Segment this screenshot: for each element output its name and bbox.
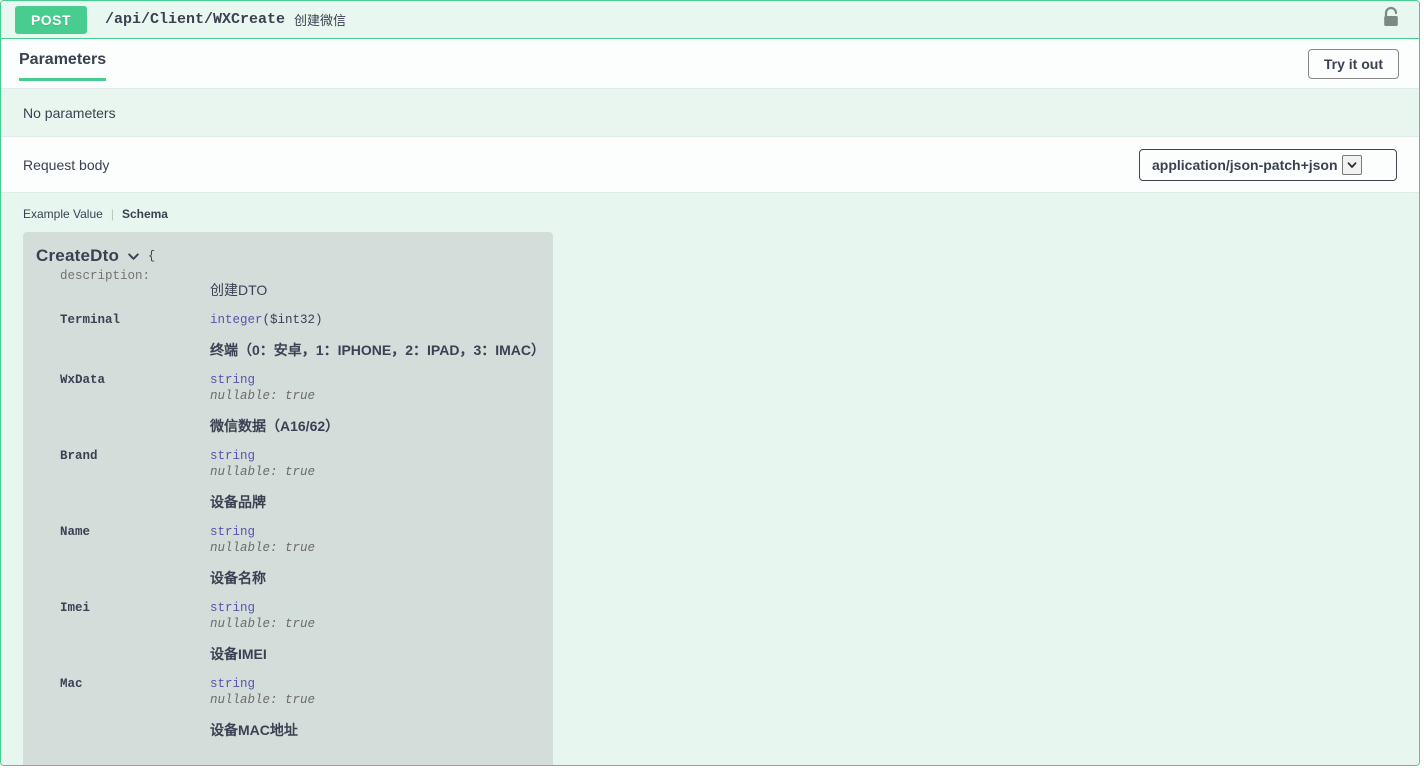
property-type: integer — [210, 313, 263, 327]
property-description: 设备IMEI — [210, 646, 267, 662]
property-description: 微信数据（A16/62） — [210, 418, 340, 434]
http-method-badge: POST — [15, 5, 87, 34]
schema-panel: Example Value | Schema CreateDto { descr… — [1, 193, 1419, 765]
no-parameters-text: No parameters — [23, 104, 116, 121]
property-nullable: nullable: true — [210, 693, 316, 707]
model-property-row: Name string nullable: true 设备名称 — [23, 524, 553, 598]
operation-block: POST /api/Client/WXCreate 创建微信 Parameter… — [0, 0, 1420, 766]
property-type: string — [210, 677, 256, 691]
property-value: string nullable: true 设备MAC地址 — [210, 676, 553, 750]
property-value: integer($int32) 终端（0：安卓，1：IPHONE，2：IPAD，… — [210, 312, 553, 370]
content-type-value: application/json-patch+json — [1152, 156, 1338, 173]
property-value: string nullable: true 设备名称 — [210, 524, 553, 598]
model-title-row[interactable]: CreateDto { — [23, 246, 553, 266]
model-description-value: 创建DTO — [210, 282, 268, 298]
model-name: CreateDto — [36, 246, 120, 265]
model-property-row: WxData string nullable: true 微信数据（A16/62… — [23, 372, 553, 446]
property-name: Name — [60, 525, 91, 539]
operation-summary-text: 创建微信 — [294, 13, 347, 28]
property-description: 设备名称 — [210, 570, 266, 586]
property-nullable: nullable: true — [210, 617, 316, 631]
operation-path: /api/Client/WXCreate — [105, 11, 286, 28]
property-description: 终端（0：安卓，1：IPHONE，2：IPAD，3：IMAC） — [210, 342, 546, 358]
tab-divider: | — [110, 207, 114, 221]
property-value: string nullable: true 设备品牌 — [210, 448, 553, 522]
model-box: CreateDto { description: 创建DTO Terminal — [23, 232, 553, 765]
request-body-label: Request body — [23, 156, 110, 173]
operation-tabs-row: Parameters Try it out — [1, 39, 1419, 89]
model-property-row: Terminal integer($int32) 终端（0：安卓，1：IPHON… — [23, 312, 553, 370]
tab-parameters[interactable]: Parameters — [19, 51, 107, 81]
parameters-empty-row: No parameters — [1, 89, 1419, 137]
model-open-brace: { — [148, 249, 156, 263]
property-type: string — [210, 601, 256, 615]
model-close-brace: } — [23, 764, 553, 765]
model-description-row: description: 创建DTO — [23, 268, 553, 310]
property-type: string — [210, 449, 256, 463]
model-description-value-wrap: 创建DTO — [210, 268, 553, 310]
property-name: Brand — [60, 449, 98, 463]
try-it-out-button[interactable]: Try it out — [1307, 49, 1399, 79]
property-value: string nullable: true 微信数据（A16/62） — [210, 372, 553, 446]
property-value: string nullable: true 设备IMEI — [210, 600, 553, 674]
property-nullable: nullable: true — [210, 389, 316, 403]
property-format: ($int32) — [262, 313, 323, 327]
request-body-row: Request body application/json-patch+json — [1, 137, 1419, 193]
property-name: Mac — [60, 677, 83, 691]
tab-schema[interactable]: Schema — [122, 207, 168, 221]
content-type-container[interactable]: application/json-patch+json — [1139, 148, 1397, 181]
property-name: WxData — [60, 373, 106, 387]
model-property-row: Mac string nullable: true 设备MAC地址 — [23, 676, 553, 750]
property-description: 设备品牌 — [210, 494, 266, 510]
operation-summary-bar[interactable]: POST /api/Client/WXCreate 创建微信 — [1, 1, 1419, 39]
property-nullable: nullable: true — [210, 541, 316, 555]
property-name: Imei — [60, 601, 91, 615]
model-description-key: description: — [60, 269, 151, 283]
property-nullable: nullable: true — [210, 465, 316, 479]
model-property-row: Imei string nullable: true 设备IMEI — [23, 600, 553, 674]
tab-example-value[interactable]: Example Value — [23, 207, 103, 221]
example-schema-tabs: Example Value | Schema — [23, 207, 1419, 221]
authorization-button[interactable] — [1381, 6, 1401, 33]
chevron-down-icon[interactable] — [126, 249, 141, 264]
unlocked-padlock-icon — [1381, 6, 1401, 33]
property-type: string — [210, 373, 256, 387]
property-type: string — [210, 525, 256, 539]
content-type-select[interactable]: application/json-patch+json — [1152, 154, 1362, 175]
model-property-row: Brand string nullable: true 设备品牌 — [23, 448, 553, 522]
property-description: 设备MAC地址 — [210, 722, 298, 738]
property-name: Terminal — [60, 313, 121, 327]
chevron-down-icon[interactable] — [1341, 154, 1362, 175]
